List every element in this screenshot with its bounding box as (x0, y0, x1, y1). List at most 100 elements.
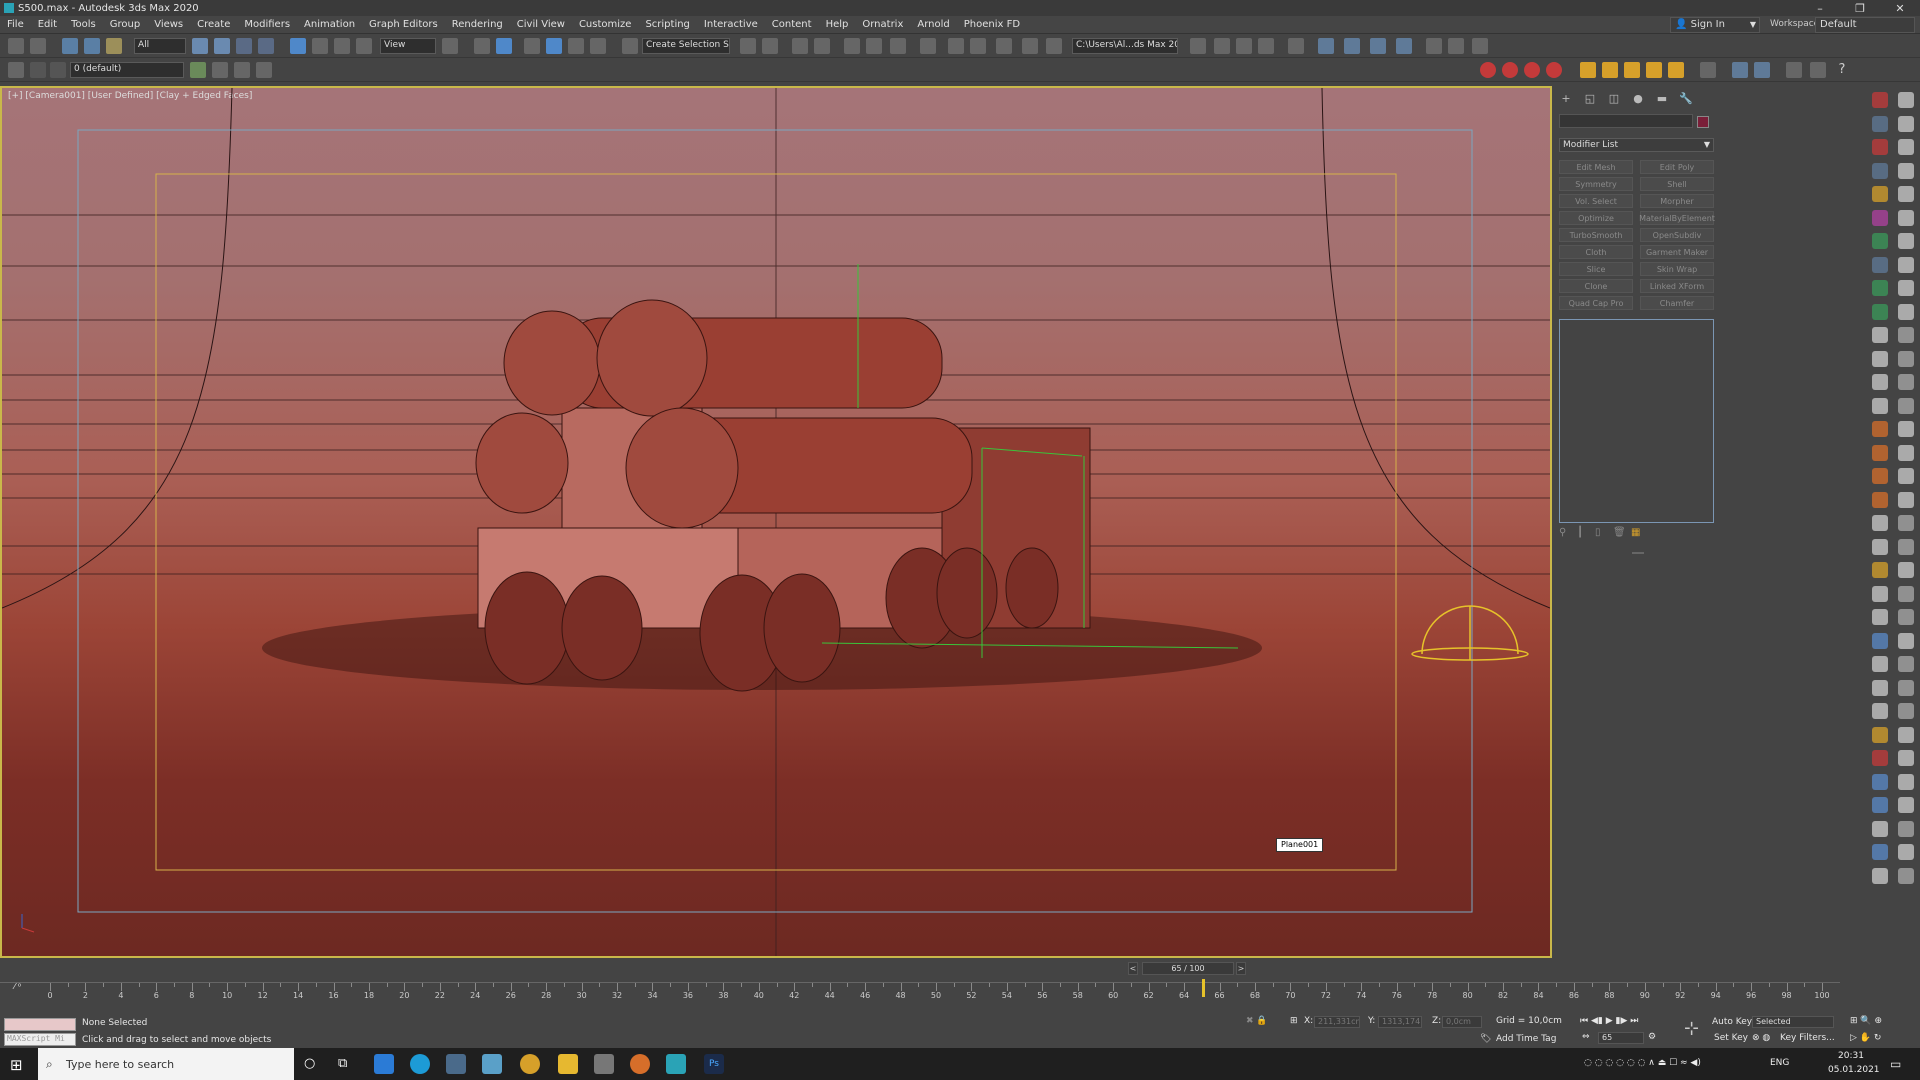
modifier-button-clone[interactable]: Clone (1559, 279, 1633, 293)
yellow-tool-2-icon[interactable] (1602, 62, 1618, 78)
cortana-icon[interactable]: ○ (304, 1056, 315, 1071)
menu-item-modifiers[interactable]: Modifiers (237, 19, 297, 30)
right-bar-a-tool-2-icon[interactable] (1872, 115, 1888, 132)
add-time-tag[interactable]: Add Time Tag (1496, 1034, 1556, 1044)
right-bar-a-tool-15-icon[interactable] (1872, 421, 1888, 437)
red-tool-1-icon[interactable] (1480, 62, 1496, 78)
scale-icon[interactable] (334, 38, 350, 54)
app-icon-4[interactable] (482, 1054, 502, 1074)
app-icon-8[interactable] (630, 1054, 650, 1074)
absolute-mode-icon[interactable]: ⊞ (1290, 1016, 1298, 1026)
extra-tool-5-icon[interactable] (1810, 62, 1826, 78)
menu-item-tools[interactable]: Tools (64, 19, 103, 30)
time-config-icon[interactable]: ⚙ (1648, 1032, 1656, 1042)
tab-hierarchy[interactable]: ◫ (1606, 90, 1622, 106)
set-key-icon[interactable]: ⊹ (1684, 1018, 1699, 1039)
layer-properties-icon[interactable] (234, 62, 250, 78)
layer-dropdown[interactable]: 0 (default) (70, 62, 184, 78)
modifier-list-dropdown[interactable]: Modifier List ▼ (1559, 138, 1714, 152)
modifier-button-turbosmooth[interactable]: TurboSmooth (1559, 228, 1633, 242)
right-bar-a-tool-7-icon[interactable] (1872, 233, 1888, 249)
right-bar-a-tool-8-icon[interactable] (1872, 256, 1888, 273)
playback-tool-1-icon[interactable] (1426, 38, 1442, 54)
right-bar-a-tool-5-icon[interactable] (1872, 186, 1888, 202)
snaps-toggle-icon[interactable] (524, 38, 540, 54)
right-bar-b-tool-30-icon[interactable] (1898, 773, 1914, 790)
modifier-button-slice[interactable]: Slice (1559, 262, 1633, 276)
bind-space-warp-icon[interactable] (106, 38, 122, 54)
configure-sets-icon[interactable]: ▦ (1631, 527, 1643, 539)
right-bar-b-tool-20-icon[interactable] (1898, 538, 1914, 555)
go-to-start-icon[interactable]: ⏮ (1580, 1016, 1588, 1026)
right-bar-a-tool-9-icon[interactable] (1872, 280, 1888, 296)
right-bar-b-tool-23-icon[interactable] (1898, 609, 1914, 625)
modifier-button-chamfer[interactable]: Chamfer (1640, 296, 1714, 310)
menu-item-file[interactable]: File (0, 19, 31, 30)
right-bar-b-tool-11-icon[interactable] (1898, 327, 1914, 343)
align-icon[interactable] (762, 38, 778, 54)
make-unique-icon[interactable]: ▯ (1595, 527, 1607, 539)
right-bar-b-tool-6-icon[interactable] (1898, 209, 1914, 226)
right-bar-b-tool-15-icon[interactable] (1898, 421, 1914, 437)
key-mode-icon[interactable]: ⇔ (1582, 1032, 1590, 1042)
menu-item-civil-view[interactable]: Civil View (510, 19, 572, 30)
x-coordinate-field[interactable]: 211,331cm (1314, 1016, 1360, 1028)
language-indicator[interactable]: ENG (1770, 1058, 1789, 1068)
open-project-icon[interactable] (1236, 38, 1252, 54)
ornatrix-tool-2-icon[interactable] (1344, 38, 1360, 54)
go-to-end-icon[interactable]: ⏭ (1630, 1016, 1638, 1026)
set-project-icon[interactable] (1214, 38, 1230, 54)
selection-filter-dropdown[interactable]: All (134, 38, 186, 54)
right-bar-b-tool-17-icon[interactable] (1898, 468, 1914, 484)
extra-tool-4-icon[interactable] (1786, 62, 1802, 78)
yellow-tool-1-icon[interactable] (1580, 62, 1596, 78)
current-frame-marker[interactable] (1201, 979, 1205, 997)
clock-date[interactable]: 05.01.2021 (1828, 1065, 1880, 1075)
right-bar-b-tool-18-icon[interactable] (1898, 491, 1914, 508)
right-bar-a-tool-20-icon[interactable] (1872, 538, 1888, 555)
percent-snap-icon[interactable] (568, 38, 584, 54)
file-explorer-icon[interactable] (558, 1054, 578, 1074)
right-bar-b-tool-12-icon[interactable] (1898, 350, 1914, 367)
modifier-button-symmetry[interactable]: Symmetry (1559, 177, 1633, 191)
red-tool-3-icon[interactable] (1524, 62, 1540, 78)
right-bar-a-tool-34-icon[interactable] (1872, 867, 1888, 884)
taskbar-search-box[interactable]: ⌕ Type here to search (38, 1048, 294, 1080)
layer-toggle-icon[interactable] (30, 62, 46, 78)
menu-item-content[interactable]: Content (765, 19, 819, 30)
ribbon-icon[interactable] (844, 38, 860, 54)
viewport-nav-icons[interactable]: ⊞ 🔍 ⊕ (1850, 1016, 1882, 1026)
right-bar-b-tool-25-icon[interactable] (1898, 656, 1914, 672)
right-bar-b-tool-27-icon[interactable] (1898, 703, 1914, 719)
modifier-stack[interactable] (1559, 319, 1714, 523)
window-crossing-icon[interactable] (258, 38, 274, 54)
menu-item-edit[interactable]: Edit (31, 19, 64, 30)
right-bar-a-tool-4-icon[interactable] (1872, 162, 1888, 179)
ornatrix-tool-1-icon[interactable] (1318, 38, 1334, 54)
tab-display[interactable]: ▬ (1654, 90, 1670, 106)
menu-item-graph-editors[interactable]: Graph Editors (362, 19, 445, 30)
mail-app-icon[interactable] (374, 1054, 394, 1074)
show-end-result-icon[interactable]: ┃ (1577, 527, 1589, 539)
modifier-button-skin-wrap[interactable]: Skin Wrap (1640, 262, 1714, 276)
playback-tool-3-icon[interactable] (1472, 38, 1488, 54)
add-to-layer-icon[interactable] (190, 62, 206, 78)
sign-in-dropdown[interactable]: 👤 Sign In ▼ (1670, 17, 1760, 33)
menu-item-customize[interactable]: Customize (572, 19, 639, 30)
create-layer-icon[interactable] (212, 62, 228, 78)
modifier-button-garment-maker[interactable]: Garment Maker (1640, 245, 1714, 259)
right-bar-a-tool-31-icon[interactable] (1872, 797, 1888, 813)
project-folder-dropdown[interactable]: C:\Users\Al...ds Max 2020 (1072, 38, 1178, 54)
unlink-icon[interactable] (84, 38, 100, 54)
right-bar-b-tool-4-icon[interactable] (1898, 162, 1914, 179)
object-color-swatch[interactable] (1697, 116, 1709, 128)
move-icon[interactable] (290, 38, 306, 54)
help-icon[interactable]: ? (1834, 62, 1850, 78)
render-iterative-icon[interactable] (1022, 38, 1038, 54)
z-coordinate-field[interactable]: 0,0cm (1442, 1016, 1482, 1028)
layer-explorer-icon[interactable] (814, 38, 830, 54)
right-bar-a-tool-30-icon[interactable] (1872, 773, 1888, 790)
right-bar-b-tool-34-icon[interactable] (1898, 867, 1914, 884)
camera-viewport[interactable]: [+] [Camera001] [User Defined] [Clay + E… (0, 86, 1552, 958)
key-filters-button[interactable]: Key Filters... (1780, 1033, 1835, 1043)
